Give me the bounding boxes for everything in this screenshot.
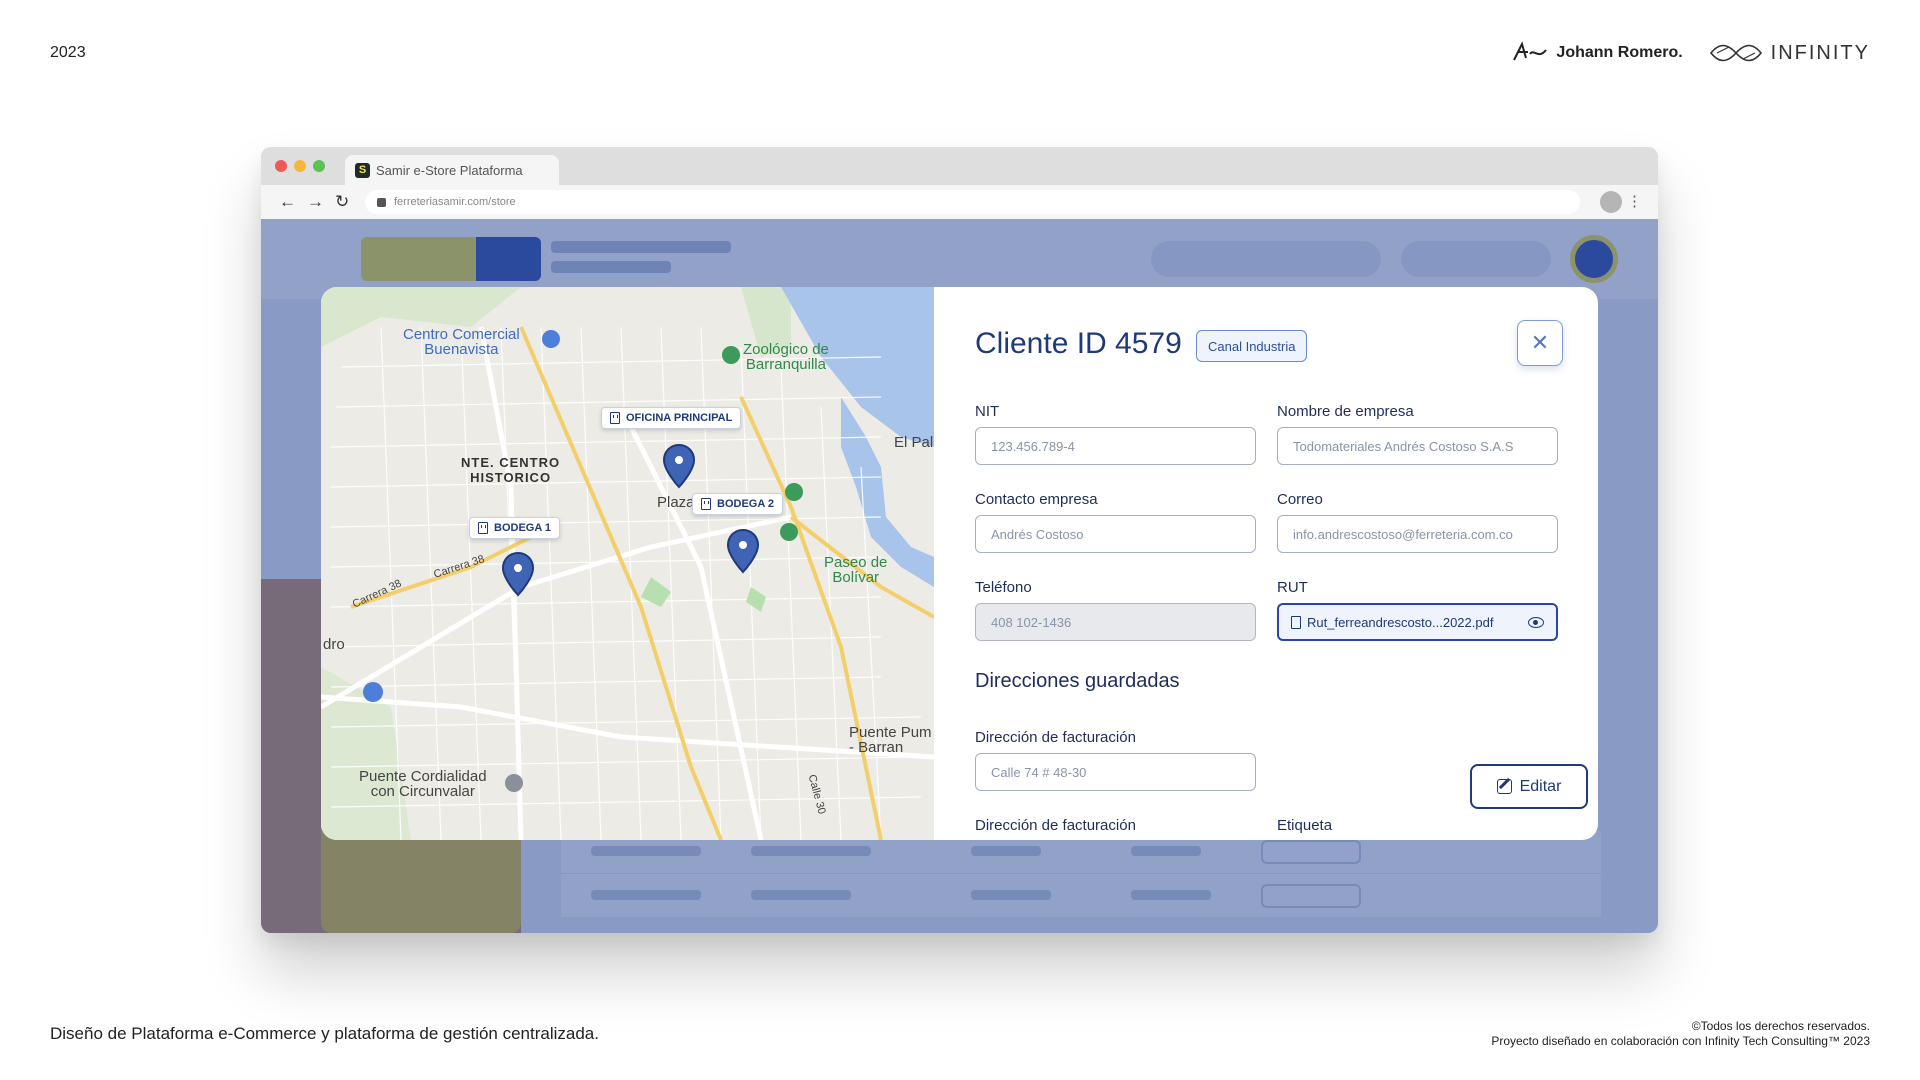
map-label-zoologico: Zoológico de Barranquilla bbox=[743, 341, 829, 373]
signature-icon bbox=[1513, 41, 1548, 61]
partner-name: INFINITY bbox=[1770, 41, 1870, 64]
map-label-paseo-bolivar: Paseo de Bolívar bbox=[824, 554, 888, 586]
nit-label: NIT bbox=[975, 403, 1000, 420]
marker-label-bodega-1[interactable]: BODEGA 1 bbox=[469, 517, 561, 539]
lock-icon bbox=[377, 197, 386, 207]
client-title: Cliente ID 4579 bbox=[975, 327, 1182, 360]
rut-label: RUT bbox=[1277, 579, 1308, 596]
building-icon bbox=[610, 412, 620, 424]
kebab-menu-icon[interactable]: ⋮ bbox=[1627, 192, 1642, 210]
contact-field[interactable]: Andrés Costoso bbox=[975, 515, 1256, 553]
back-arrow-icon[interactable]: ← bbox=[279, 192, 296, 212]
channel-badge: Canal Industria bbox=[1196, 330, 1308, 362]
phone-label: Teléfono bbox=[975, 579, 1032, 596]
map-label-puente-cordialidad: Puente Cordialidad con Circunvalar bbox=[359, 768, 487, 800]
marker-label-bodega-2[interactable]: BODEGA 2 bbox=[692, 493, 784, 515]
location-pin-icon[interactable] bbox=[501, 551, 535, 597]
nit-field[interactable]: 123.456.789-4 bbox=[975, 427, 1256, 465]
rut-file-name: Rut_ferreandrescosto...2022.pdf bbox=[1307, 614, 1494, 630]
phone-field: 408 102-1436 bbox=[975, 603, 1256, 641]
contact-label: Contacto empresa bbox=[975, 491, 1098, 508]
saved-addresses-title: Direcciones guardadas bbox=[975, 670, 1180, 692]
map-label-puente-pum: Puente Pum - Barran bbox=[849, 724, 932, 756]
map-label-dro: dro bbox=[323, 636, 345, 653]
close-icon: ✕ bbox=[1530, 330, 1550, 355]
client-detail-modal: Centro Comercial Buenavista Zoológico de… bbox=[321, 287, 1598, 840]
edit-button[interactable]: Editar bbox=[1470, 764, 1588, 809]
billing-address-field[interactable]: Calle 74 # 48-30 bbox=[975, 753, 1256, 791]
billing-address-label-2: Dirección de facturación bbox=[975, 817, 1136, 834]
url-text: ferreteriasamir.com/store bbox=[394, 196, 516, 208]
file-icon bbox=[1291, 615, 1301, 629]
location-pin-icon[interactable] bbox=[726, 528, 760, 574]
maximize-window-button[interactable] bbox=[313, 160, 325, 172]
map-label-centro-comercial: Centro Comercial Buenavista bbox=[403, 326, 520, 358]
marker-label-oficina-principal[interactable]: OFICINA PRINCIPAL bbox=[601, 407, 742, 429]
profile-icon[interactable] bbox=[1600, 191, 1622, 213]
map-label-plaza: Plaza bbox=[657, 494, 695, 511]
eye-icon[interactable] bbox=[1528, 617, 1544, 628]
rights-text: ©Todos los derechos reservados. bbox=[1691, 1019, 1870, 1033]
url-input[interactable]: ferreteriasamir.com/store bbox=[365, 190, 1580, 214]
company-name-field[interactable]: Todomateriales Andrés Costoso S.A.S bbox=[1277, 427, 1558, 465]
client-form-panel: Cliente ID 4579 Canal Industria ✕ NIT 12… bbox=[934, 287, 1598, 840]
footer-credits: ©Todos los derechos reservados. Proyecto… bbox=[1491, 1019, 1870, 1049]
email-label: Correo bbox=[1277, 491, 1323, 508]
favicon-icon: S bbox=[355, 162, 370, 178]
forward-arrow-icon[interactable]: → bbox=[307, 192, 324, 212]
address-bar: ← → ↻ ferreteriasamir.com/store ⋮ bbox=[261, 185, 1658, 219]
year-label: 2023 bbox=[50, 44, 86, 61]
edit-icon bbox=[1496, 779, 1512, 794]
project-description: Diseño de Plataforma e-Commerce y plataf… bbox=[50, 1024, 599, 1043]
location-pin-icon[interactable] bbox=[662, 443, 696, 489]
tab-bar: S Samir e-Store Plataforma bbox=[261, 147, 1658, 185]
map-label-centro-historico: NTE. CENTRO HISTORICO bbox=[461, 455, 561, 485]
email-field[interactable]: info.andrescostoso@ferreteria.com.co bbox=[1277, 515, 1558, 553]
locations-map[interactable]: Centro Comercial Buenavista Zoológico de… bbox=[321, 287, 934, 840]
reload-icon[interactable]: ↻ bbox=[335, 192, 349, 212]
company-name-label: Nombre de empresa bbox=[1277, 403, 1414, 420]
building-icon bbox=[701, 498, 711, 510]
page-background: Centro Comercial Buenavista Zoológico de… bbox=[261, 219, 1658, 933]
minimize-window-button[interactable] bbox=[294, 160, 306, 172]
map-label-el-pal: El Pal bbox=[894, 434, 934, 451]
author-logo: Johann Romero. bbox=[1512, 40, 1683, 66]
credit-text: Proyecto diseñado en colaboración con In… bbox=[1491, 1034, 1870, 1048]
close-modal-button[interactable]: ✕ bbox=[1517, 320, 1563, 366]
rut-file-field[interactable]: Rut_ferreandrescosto...2022.pdf bbox=[1277, 603, 1558, 641]
browser-window: S Samir e-Store Plataforma ← → ↻ ferrete… bbox=[261, 147, 1658, 933]
partner-logo: INFINITY bbox=[1709, 42, 1870, 65]
browser-tab[interactable]: S Samir e-Store Plataforma bbox=[345, 155, 559, 185]
edit-button-label: Editar bbox=[1519, 777, 1562, 795]
brand-logos: Johann Romero. INFINITY bbox=[1512, 40, 1870, 66]
tag-label: Etiqueta bbox=[1277, 817, 1333, 834]
billing-address-label: Dirección de facturación bbox=[975, 729, 1136, 746]
close-window-button[interactable] bbox=[275, 160, 287, 172]
author-name: Johann Romero. bbox=[1556, 44, 1683, 61]
tab-title: Samir e-Store Plataforma bbox=[376, 162, 523, 178]
infinity-logo-icon bbox=[1709, 44, 1762, 62]
building-icon bbox=[478, 522, 488, 534]
